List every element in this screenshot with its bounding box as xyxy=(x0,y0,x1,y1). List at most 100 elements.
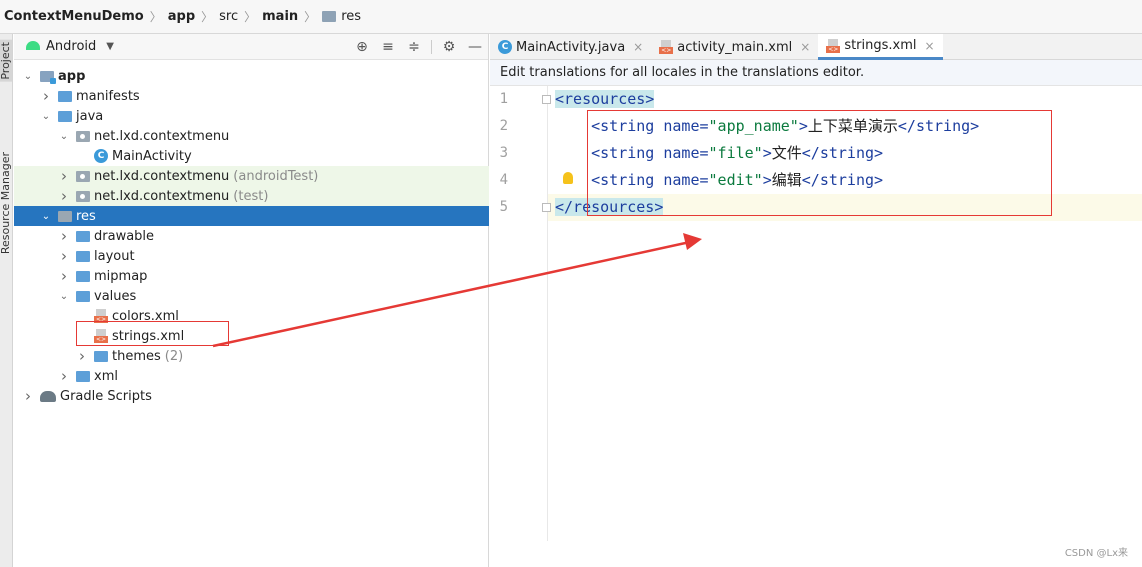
hide-panel-icon[interactable]: — xyxy=(462,39,488,55)
project-view-selector[interactable]: Android xyxy=(46,39,96,54)
editor-tab[interactable]: <> strings.xml × xyxy=(818,34,943,60)
chevron-right-icon[interactable]: › xyxy=(22,387,34,405)
folder-icon xyxy=(94,350,108,362)
tree-item[interactable]: › net.lxd.contextmenu (androidTest) xyxy=(14,166,489,186)
tool-window-strip: Project Resource Manager xyxy=(0,34,13,567)
chevron-right-icon[interactable]: › xyxy=(58,367,70,385)
chevron-down-icon[interactable]: ⌄ xyxy=(58,291,70,302)
tree-item-label: mipmap xyxy=(94,268,148,284)
editor-tab-label: strings.xml xyxy=(844,38,917,53)
app-folder-icon xyxy=(40,70,56,84)
header-divider xyxy=(431,40,432,54)
tree-item[interactable]: › net.lxd.contextmenu (test) xyxy=(14,186,489,206)
code-line[interactable]: <resources> xyxy=(555,86,655,113)
breadcrumb-separator-icon: 〉 xyxy=(149,10,162,24)
folder-icon xyxy=(76,250,90,262)
tree-item[interactable]: › mipmap xyxy=(14,266,489,286)
line-number: 3 xyxy=(499,145,508,161)
tree-item[interactable]: ⌄ java xyxy=(14,106,489,126)
tree-item[interactable]: › themes (2) xyxy=(14,346,489,366)
breadcrumb-item[interactable]: res xyxy=(322,9,361,24)
tree-item-suffix: (test) xyxy=(233,188,269,204)
breadcrumb-item[interactable]: app xyxy=(168,9,195,24)
resource-manager-tool-tab[interactable]: Resource Manager xyxy=(0,152,12,254)
tree-item-label: net.lxd.contextmenu xyxy=(94,128,230,144)
gear-icon[interactable]: ⚙ xyxy=(436,39,462,55)
editor-tab[interactable]: C MainActivity.java × xyxy=(490,34,651,60)
tree-item[interactable]: C MainActivity xyxy=(14,146,489,166)
tree-item-label: app xyxy=(58,68,86,84)
res-folder-icon xyxy=(322,11,337,22)
editor-tabs: C MainActivity.java × <> activity_main.xml × <… xyxy=(490,34,1142,60)
breadcrumb-item[interactable]: main xyxy=(262,9,298,24)
chevron-right-icon[interactable]: › xyxy=(76,347,88,365)
editor-tab[interactable]: <> activity_main.xml × xyxy=(651,34,818,60)
chevron-right-icon[interactable]: › xyxy=(58,227,70,245)
package-icon xyxy=(76,190,90,202)
breadcrumb: ContextMenuDemo 〉 app 〉 src 〉 main 〉 res xyxy=(0,0,1142,34)
code-token: <resources> xyxy=(555,90,655,108)
chevron-down-icon[interactable]: ⌄ xyxy=(58,131,70,142)
close-icon[interactable]: × xyxy=(800,40,810,54)
chevron-right-icon[interactable]: › xyxy=(58,167,70,185)
locate-icon[interactable]: ⊕ xyxy=(349,39,375,55)
tree-item[interactable]: ⌄ values xyxy=(14,286,489,306)
folder-icon xyxy=(58,90,72,102)
editor-tab-label: MainActivity.java xyxy=(516,39,626,55)
lightbulb-icon[interactable] xyxy=(563,172,573,184)
tree-item[interactable]: ⌄ app xyxy=(14,66,489,86)
chevron-down-icon[interactable]: ⌄ xyxy=(22,71,34,82)
tree-item[interactable]: ⌄ res xyxy=(14,206,489,226)
project-panel-header: Android ▼ ⊕ ≡ ≑ ⚙ — xyxy=(14,34,488,60)
breadcrumb-separator-icon: 〉 xyxy=(244,10,257,24)
chevron-down-icon[interactable]: ⌄ xyxy=(40,211,52,222)
tree-item[interactable]: › layout xyxy=(14,246,489,266)
tree-item-label: MainActivity xyxy=(112,148,192,164)
chevron-down-icon[interactable]: ▼ xyxy=(106,41,114,52)
tree-item[interactable]: › xml xyxy=(14,366,489,386)
chevron-right-icon[interactable]: › xyxy=(40,87,52,105)
tree-item[interactable]: › manifests xyxy=(14,86,489,106)
tree-item[interactable]: ⌄ net.lxd.contextmenu xyxy=(14,126,489,146)
class-icon: C xyxy=(94,149,108,163)
tree-item-label: layout xyxy=(94,248,135,264)
breadcrumb-item[interactable]: src xyxy=(219,9,238,24)
package-icon xyxy=(76,170,90,182)
chevron-down-icon[interactable]: ⌄ xyxy=(40,111,52,122)
breadcrumb-item[interactable]: ContextMenuDemo xyxy=(4,9,144,24)
watermark: CSDN @Lx来 xyxy=(1064,548,1128,559)
project-tool-tab[interactable]: Project xyxy=(0,40,12,82)
tree-item-label: net.lxd.contextmenu xyxy=(94,168,230,184)
chevron-right-icon[interactable]: › xyxy=(58,187,70,205)
fold-marker-icon[interactable] xyxy=(542,95,551,104)
chevron-right-icon[interactable]: › xyxy=(58,247,70,265)
collapse-all-icon[interactable]: ≑ xyxy=(401,39,427,55)
line-number: 4 xyxy=(499,172,508,188)
breadcrumb-separator-icon: 〉 xyxy=(304,10,317,24)
tree-item[interactable]: › Gradle Scripts xyxy=(14,386,489,406)
breadcrumb-label: ContextMenuDemo xyxy=(4,9,144,24)
translations-banner[interactable]: Edit translations for all locales in the… xyxy=(490,60,1142,86)
tree-item-label: net.lxd.contextmenu xyxy=(94,188,230,204)
chevron-right-icon[interactable]: › xyxy=(58,267,70,285)
breadcrumb-label: main xyxy=(262,9,299,24)
fold-marker-icon[interactable] xyxy=(542,203,551,212)
tree-item-suffix: (androidTest) xyxy=(233,168,319,184)
breadcrumb-label: res xyxy=(341,9,362,24)
tree-item[interactable]: › drawable xyxy=(14,226,489,246)
tree-item-suffix: (2) xyxy=(164,348,184,364)
close-icon[interactable]: × xyxy=(925,39,935,53)
line-number: 5 xyxy=(499,199,508,215)
annotation-box-code xyxy=(587,110,1052,216)
tree-item-label: themes xyxy=(112,348,161,364)
expand-all-icon[interactable]: ≡ xyxy=(375,39,401,55)
close-icon[interactable]: × xyxy=(633,40,643,54)
line-number: 2 xyxy=(499,118,508,134)
tree-item-label: drawable xyxy=(94,228,155,244)
folder-icon xyxy=(76,230,90,242)
line-number: 1 xyxy=(499,91,508,107)
res-folder-icon xyxy=(58,210,72,222)
